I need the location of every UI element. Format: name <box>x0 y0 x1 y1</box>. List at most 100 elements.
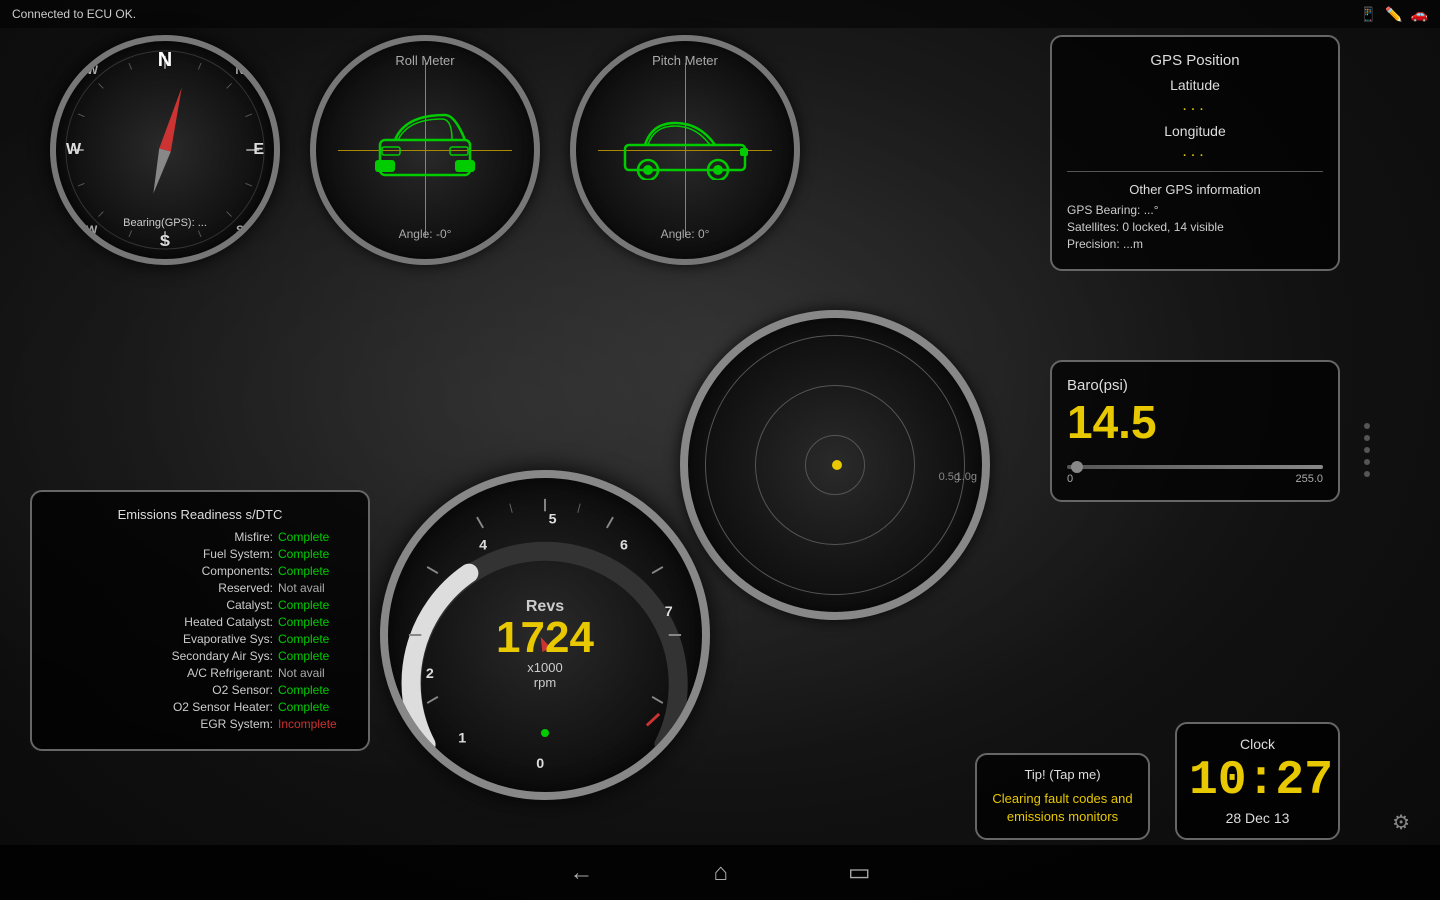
baro-slider-max: 255.0 <box>1295 473 1323 485</box>
emission-value: Complete <box>273 598 353 612</box>
rpm-dot <box>541 729 549 737</box>
rpm-gauge[interactable]: 0 1 2 3 4 5 6 7 <box>380 470 710 800</box>
emission-label: Secondary Air Sys: <box>47 649 273 663</box>
tip-content: Clearing fault codes and emissions monit… <box>989 790 1136 826</box>
status-icons: 📱 ✏️ 🚗 <box>1360 6 1428 23</box>
roll-car-view <box>370 105 480 195</box>
emission-value: Complete <box>273 530 353 544</box>
compass-sw: SW <box>78 223 97 237</box>
emission-row: EGR System:Incomplete <box>47 717 353 731</box>
tip-title: Tip! (Tap me) <box>989 767 1136 782</box>
compass-nw: NW <box>78 63 98 77</box>
compass-se: SE <box>236 223 252 237</box>
emissions-title: Emissions Readiness s/DTC <box>47 507 353 522</box>
pitch-meter-gauge[interactable]: Pitch Meter Angle: 0° <box>570 35 800 265</box>
roll-meter-gauge[interactable]: Roll Meter Angle: -0° <box>310 35 540 265</box>
side-dot-3 <box>1364 447 1370 453</box>
emission-label: Misfire: <box>47 530 273 544</box>
emission-row: Catalyst:Complete <box>47 598 353 612</box>
svg-text:7: 7 <box>665 604 673 620</box>
g-label-1-0: 1.0g <box>956 471 977 483</box>
side-dot-4 <box>1364 459 1370 465</box>
gps-latitude-label: Latitude <box>1067 77 1323 93</box>
emission-label: Heated Catalyst: <box>47 615 273 629</box>
svg-text:3: 3 <box>432 594 440 610</box>
side-dot-1 <box>1364 423 1370 429</box>
emission-value: Complete <box>273 700 353 714</box>
baro-title: Baro(psi) <box>1067 377 1323 394</box>
emission-value: Not avail <box>273 666 353 680</box>
pitch-car-view <box>620 115 750 185</box>
emission-value: Complete <box>273 649 353 663</box>
settings-icon[interactable]: ⚙ <box>1392 810 1410 835</box>
emission-value: Complete <box>273 615 353 629</box>
gps-divider <box>1067 171 1323 172</box>
emission-row: Misfire:Complete <box>47 530 353 544</box>
gps-other-title: Other GPS information <box>1067 182 1323 197</box>
phone-icon: 📱 <box>1360 6 1377 23</box>
gps-satellites-line: Satellites: 0 locked, 14 visible <box>1067 220 1323 234</box>
emission-label: O2 Sensor Heater: <box>47 700 273 714</box>
emission-label: Catalyst: <box>47 598 273 612</box>
main-container: Connected to ECU OK. 📱 ✏️ 🚗 <box>0 0 1440 900</box>
home-button[interactable]: ⌂ <box>713 859 728 887</box>
baro-slider-track <box>1067 465 1323 469</box>
side-dot-5 <box>1364 471 1370 477</box>
gps-panel[interactable]: GPS Position Latitude ... Longitude ... … <box>1050 35 1340 271</box>
pen-icon: ✏️ <box>1385 6 1402 23</box>
emission-label: O2 Sensor: <box>47 683 273 697</box>
emission-label: Components: <box>47 564 273 578</box>
clock-date: 28 Dec 13 <box>1189 810 1326 826</box>
emission-label: Fuel System: <box>47 547 273 561</box>
baro-value: 14.5 <box>1067 399 1323 445</box>
emission-value: Not avail <box>273 581 353 595</box>
gps-longitude-label: Longitude <box>1067 123 1323 139</box>
emission-row: Components:Complete <box>47 564 353 578</box>
emission-row: A/C Refrigerant:Not avail <box>47 666 353 680</box>
tip-panel[interactable]: Tip! (Tap me) Clearing fault codes and e… <box>975 753 1150 840</box>
baro-slider-container[interactable]: 0 255.0 <box>1067 465 1323 485</box>
clock-time: 10:27 <box>1189 757 1326 805</box>
emission-value: Complete <box>273 632 353 646</box>
compass-west: W <box>66 141 81 159</box>
side-dot-2 <box>1364 435 1370 441</box>
recent-button[interactable]: ▭ <box>848 858 871 887</box>
compass-east: E <box>253 141 264 159</box>
clock-title: Clock <box>1189 736 1326 752</box>
emission-row: Heated Catalyst:Complete <box>47 615 353 629</box>
car-front-svg <box>370 105 480 190</box>
compass-inner: N S E W NW NE SW SE Bearing(GPS): ... <box>56 41 274 259</box>
emissions-panel[interactable]: Emissions Readiness s/DTC Misfire:Comple… <box>30 490 370 751</box>
gps-longitude-value: ... <box>1067 143 1323 161</box>
svg-text:2: 2 <box>426 666 434 682</box>
emission-value: Complete <box>273 564 353 578</box>
emission-value: Complete <box>273 683 353 697</box>
compass-bearing: Bearing(GPS): ... <box>123 217 207 229</box>
car-side-svg <box>620 115 750 180</box>
emission-row: O2 Sensor:Complete <box>47 683 353 697</box>
compass-ne: NE <box>235 63 252 77</box>
g-meter-gauge[interactable]: 0.5g 1.0g <box>680 310 990 620</box>
svg-text:4: 4 <box>479 537 487 553</box>
emission-label: Evaporative Sys: <box>47 632 273 646</box>
rpm-center-display: Revs 1724 x1000 rpm <box>496 598 594 690</box>
gps-precision-line: Precision: ...m <box>1067 237 1323 251</box>
gps-bearing-line: GPS Bearing: ...° <box>1067 203 1323 217</box>
back-button[interactable]: ← <box>569 859 593 887</box>
emission-row: Reserved:Not avail <box>47 581 353 595</box>
svg-text:0: 0 <box>536 756 544 772</box>
emission-row: O2 Sensor Heater:Complete <box>47 700 353 714</box>
clock-panel[interactable]: Clock 10:27 28 Dec 13 <box>1175 722 1340 840</box>
baro-slider-min: 0 <box>1067 473 1073 485</box>
svg-text:5: 5 <box>549 512 557 528</box>
svg-text:1: 1 <box>458 731 466 747</box>
car-icon: 🚗 <box>1411 6 1428 23</box>
compass-gauge[interactable]: N S E W NW NE SW SE Bearing(GPS): ... <box>50 35 280 265</box>
emission-row: Fuel System:Complete <box>47 547 353 561</box>
emission-label: EGR System: <box>47 717 273 731</box>
baro-panel[interactable]: Baro(psi) 14.5 0 255.0 <box>1050 360 1340 502</box>
rpm-value: 1724 <box>496 616 594 660</box>
emission-value: Complete <box>273 547 353 561</box>
bottom-nav: ← ⌂ ▭ <box>0 845 1440 900</box>
rpm-unit-2: rpm <box>496 675 594 690</box>
